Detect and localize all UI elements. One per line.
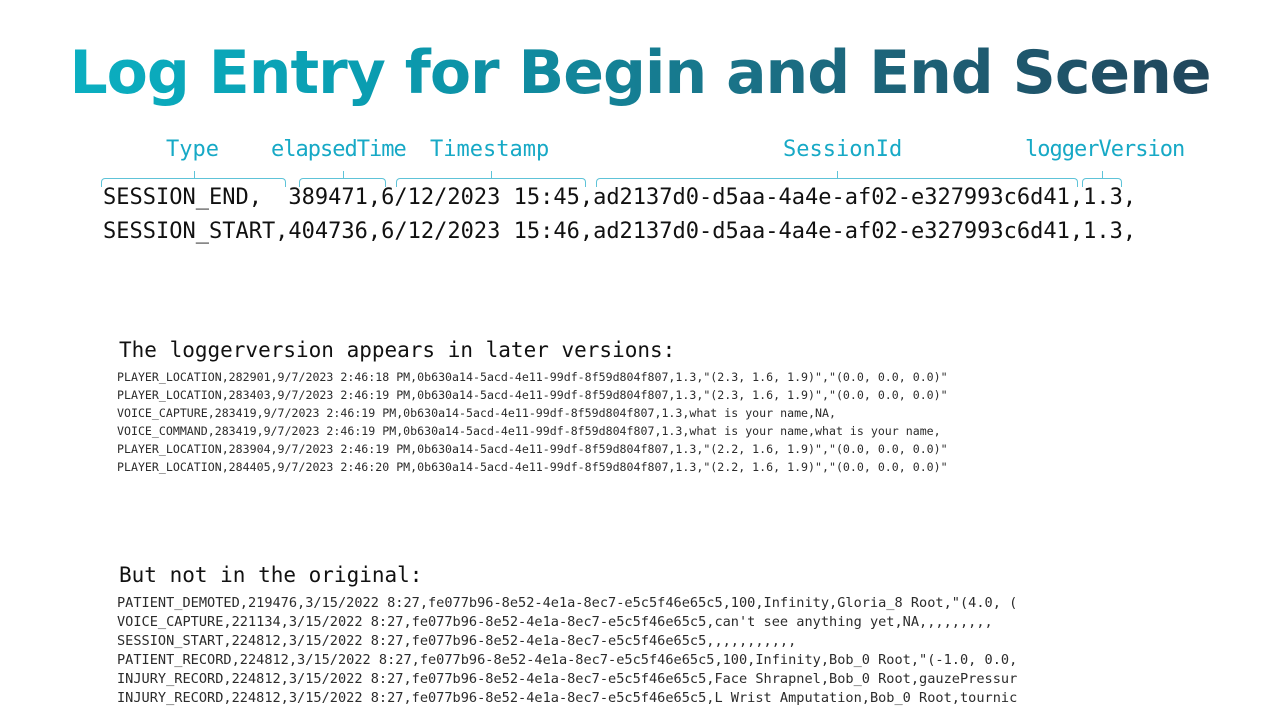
type-annotation: Type xyxy=(166,137,219,162)
later-versions-log-snippet: PLAYER_LOCATION,282901,9/7/2023 2:46:18 … xyxy=(117,368,1165,478)
original-log-snippet: PATIENT_DEMOTED,219476,3/15/2022 8:27,fe… xyxy=(117,594,1165,714)
log-row: VOICE_CAPTURE,221134,3/15/2022 8:27,fe07… xyxy=(117,614,993,630)
original-version-note: But not in the original: xyxy=(119,563,423,587)
log-row: PATIENT_RECORD,224812,3/15/2022 8:27,fe0… xyxy=(117,652,1018,668)
timestamp-annotation: Timestamp xyxy=(430,137,550,162)
log-row: PLAYER_LOCATION,282901,9/7/2023 2:46:18 … xyxy=(117,370,948,384)
log-row: PATIENT_DEMOTED,219476,3/15/2022 8:27,fe… xyxy=(117,595,1018,611)
log-line-session-start: SESSION_START,404736,6/12/2023 15:46,ad2… xyxy=(103,219,1137,244)
session-id-annotation: SessionId xyxy=(783,137,903,162)
log-row: PLAYER_LOCATION,283904,9/7/2023 2:46:19 … xyxy=(117,442,948,456)
log-row: INJURY_RECORD,224812,3/15/2022 8:27,fe07… xyxy=(117,690,1018,706)
log-row: INJURY_RECORD,224812,3/15/2022 8:27,fe07… xyxy=(117,671,1018,687)
log-row: PLAYER_LOCATION,283403,9/7/2023 2:46:19 … xyxy=(117,388,948,402)
slide-title: Log Entry for Begin and End Scene xyxy=(0,38,1280,108)
later-versions-note: The loggerversion appears in later versi… xyxy=(119,338,676,362)
log-row: SESSION_START,224812,3/15/2022 8:27,fe07… xyxy=(117,633,797,649)
log-row: VOICE_CAPTURE,283419,9/7/2023 2:46:19 PM… xyxy=(117,406,836,420)
log-line-session-end: SESSION_END, 389471,6/12/2023 15:45,ad21… xyxy=(103,185,1137,210)
log-row: PLAYER_LOCATION,284405,9/7/2023 2:46:20 … xyxy=(117,460,948,474)
elapsed-time-annotation: elapsedTime xyxy=(271,137,407,162)
logger-version-annotation: loggerVersion xyxy=(1025,137,1185,162)
log-row: VOICE_COMMAND,283419,9/7/2023 2:46:19 PM… xyxy=(117,424,941,438)
